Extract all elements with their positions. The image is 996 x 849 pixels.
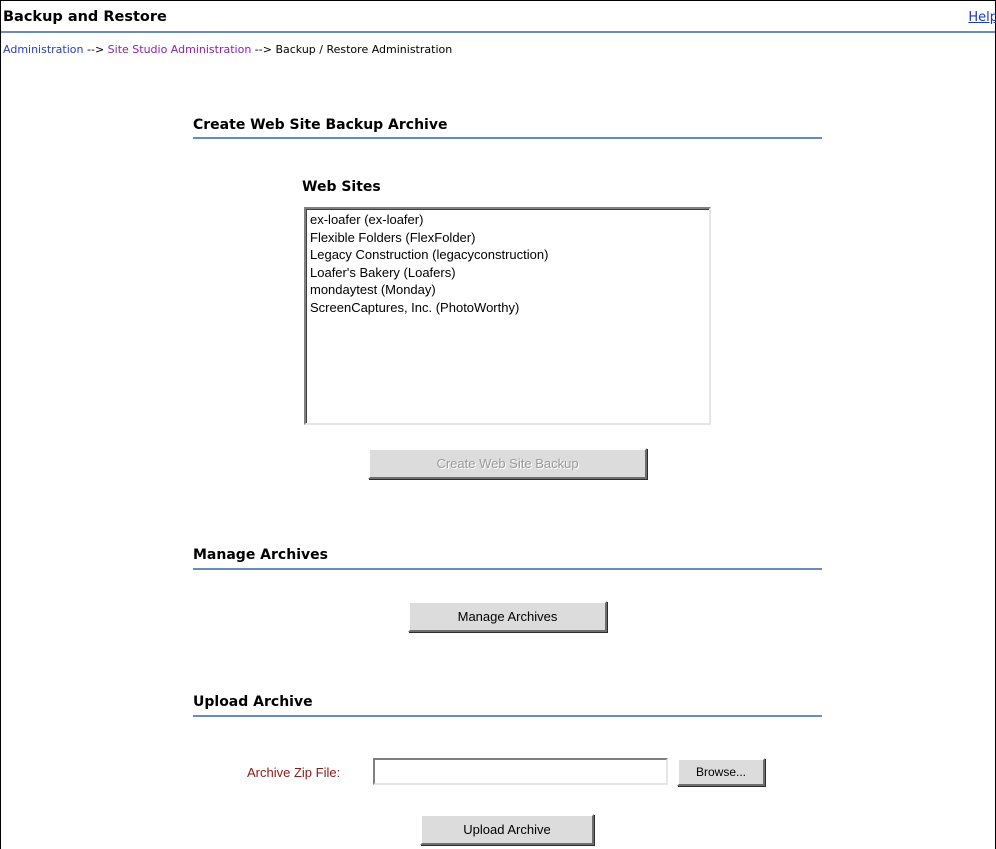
web-sites-heading: Web Sites	[302, 179, 381, 195]
breadcrumb-separator: -->	[254, 43, 276, 56]
breadcrumb: Administration --> Site Studio Administr…	[3, 43, 452, 56]
breadcrumb-current-page: Backup / Restore Administration	[275, 43, 453, 56]
upload-archive-button[interactable]: Upload Archive	[420, 814, 594, 845]
web-site-option[interactable]: Legacy Construction (legacyconstruction)	[310, 246, 705, 264]
window-frame: Backup and Restore Help Administration -…	[0, 0, 996, 849]
manage-archives-button[interactable]: Manage Archives	[408, 601, 607, 632]
web-site-option[interactable]: Loafer's Bakery (Loafers)	[310, 264, 705, 282]
manage-section-title: Manage Archives	[193, 547, 328, 563]
page-title: Backup and Restore	[3, 9, 167, 25]
web-site-option[interactable]: ex-loafer (ex-loafer)	[310, 211, 705, 229]
breadcrumb-separator: -->	[87, 43, 108, 56]
backup-section-title: Create Web Site Backup Archive	[193, 117, 448, 133]
manage-section-divider	[193, 568, 822, 570]
web-site-option[interactable]: ScreenCaptures, Inc. (PhotoWorthy)	[310, 299, 705, 317]
breadcrumb-site-studio-link[interactable]: Site Studio Administration	[108, 43, 252, 56]
create-web-site-backup-button[interactable]: Create Web Site Backup	[368, 448, 647, 479]
page-header: Backup and Restore Help	[1, 1, 996, 33]
web-sites-listbox[interactable]: ex-loafer (ex-loafer) Flexible Folders (…	[304, 207, 711, 425]
backup-section-divider	[193, 137, 822, 139]
help-link[interactable]: Help	[968, 10, 996, 25]
web-site-option[interactable]: Flexible Folders (FlexFolder)	[310, 229, 705, 247]
archive-zip-file-input[interactable]	[373, 758, 668, 785]
web-site-option[interactable]: mondaytest (Monday)	[310, 281, 705, 299]
browse-button[interactable]: Browse...	[677, 758, 765, 786]
archive-zip-file-label: Archive Zip File:	[247, 765, 341, 780]
upload-section-title: Upload Archive	[193, 694, 313, 710]
upload-section-divider	[193, 715, 822, 717]
breadcrumb-administration-link[interactable]: Administration	[3, 43, 84, 56]
